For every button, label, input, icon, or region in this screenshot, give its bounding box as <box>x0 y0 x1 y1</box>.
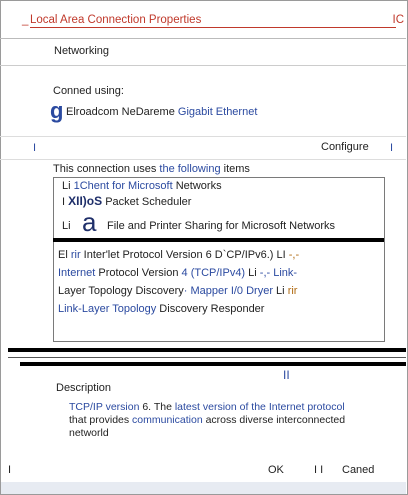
list-item-label: File and Printer Sharing for Microsoft N… <box>107 220 336 232</box>
list-divider <box>53 238 384 242</box>
tab-networking[interactable]: Networking <box>54 45 109 57</box>
protocol-text-segment: Li <box>245 267 260 279</box>
connect-using-label: Conned using: <box>53 85 124 97</box>
protocol-line[interactable]: Layer Topology Discovery· Mapper I/0 Dry… <box>58 282 382 300</box>
checkbox[interactable]: I <box>62 196 65 208</box>
list-item[interactable]: Li 1Chent for Microsoft Networks <box>62 180 222 192</box>
description-heading: Description <box>56 382 112 394</box>
description-line: that provides communication across diver… <box>69 414 369 427</box>
protocol-text-segment: Internet <box>58 267 96 279</box>
ok-button[interactable]: OK <box>268 464 284 476</box>
protocol-text-segment: 4 (TCP/IPv4) <box>181 267 246 279</box>
list-item-label: 1Chent for Microsoft <box>73 180 173 192</box>
description-text-segment: across diverse interconnected <box>202 414 346 426</box>
protocol-text-segment: Layer Topology Discovery <box>58 285 184 297</box>
protocol-text-segment: rir <box>287 285 298 297</box>
items-listbox[interactable]: Li 1Chent for Microsoft Networks I XII)o… <box>53 177 385 342</box>
checkbox[interactable]: Li <box>62 220 71 232</box>
protocol-line[interactable]: Link-Layer Topology Discovery Responder <box>58 300 382 318</box>
window-title: Local Area Connection Properties <box>30 14 396 28</box>
protocol-text-segment: rir <box>70 249 81 261</box>
configure-left-mark: I <box>33 142 37 154</box>
description-text-segment: communication <box>132 414 203 426</box>
adapter-name: Elroadcom NeDareme Gigabit Ethernet <box>66 106 258 118</box>
protocol-text-segment: -,- Link- <box>259 267 298 279</box>
protocol-text-segment: Link-Layer Topology <box>58 303 157 315</box>
cancel-button[interactable]: Caned <box>342 464 374 476</box>
configure-row: I Configure I <box>0 137 406 160</box>
connect-using-section: Conned using: g Elroadcom NeDareme Gigab… <box>0 66 406 137</box>
items-heading: This connection uses the following items <box>53 163 250 175</box>
qos-icon: XII)oS <box>68 194 103 208</box>
status-strip <box>1 482 406 494</box>
divider-thin <box>8 357 406 358</box>
button-left-mark: I <box>8 464 12 476</box>
configure-right-mark: I <box>390 142 394 154</box>
title-bar: _ Local Area Connection Properties IC <box>0 0 406 39</box>
description-group: Description TCP/IP version 6. The latest… <box>36 362 376 442</box>
network-adapter-icon: g <box>50 98 64 123</box>
configure-button[interactable]: Configure <box>321 141 369 153</box>
checkbox[interactable]: Li <box>62 180 71 192</box>
button-separator: I I <box>314 464 324 476</box>
description-text: TCP/IP version 6. The latest version of … <box>69 401 369 440</box>
list-item-label: Packet Scheduler <box>105 196 192 208</box>
protocol-line[interactable]: El rir Inter'let Protocol Version 6 D`CP… <box>58 246 382 264</box>
list-item[interactable]: I XII)oS Packet Scheduler <box>62 194 191 208</box>
protocol-text-segment: -,- <box>288 249 300 261</box>
list-item-label: Networks <box>175 180 222 192</box>
protocol-text-segment: Protocol Version <box>95 267 182 279</box>
description-line: networld <box>69 427 109 439</box>
divider-thick <box>8 348 406 352</box>
protocol-text-segment: Discovery Responder <box>156 303 265 315</box>
file-share-icon: a <box>82 207 97 237</box>
protocol-list[interactable]: El rir Inter'let Protocol Version 6 D`CP… <box>58 246 382 318</box>
protocol-text-segment: El <box>58 249 71 261</box>
protocol-text-segment: · Mapper I/0 Dryer <box>183 285 273 297</box>
title-right-text[interactable]: IC <box>393 14 405 26</box>
protocol-line[interactable]: Internet Protocol Version 4 (TCP/IPv4) L… <box>58 264 382 282</box>
protocol-text-segment: Li <box>273 285 288 297</box>
description-text-segment: Internet protocol <box>268 401 345 413</box>
description-text-segment: latest version of the <box>171 401 269 413</box>
description-text-segment: TCP/IP version <box>69 401 143 413</box>
description-text-segment: that provides <box>69 414 133 426</box>
tab-strip: Networking <box>0 39 406 66</box>
protocol-text-segment: Inter'let Protocol Version 6 D`CP/IPv6.)… <box>80 249 289 261</box>
title-prefix: _ <box>22 14 29 26</box>
description-line: TCP/IP version 6. The latest version of … <box>69 401 369 414</box>
description-text-segment: 6. The <box>142 401 172 413</box>
